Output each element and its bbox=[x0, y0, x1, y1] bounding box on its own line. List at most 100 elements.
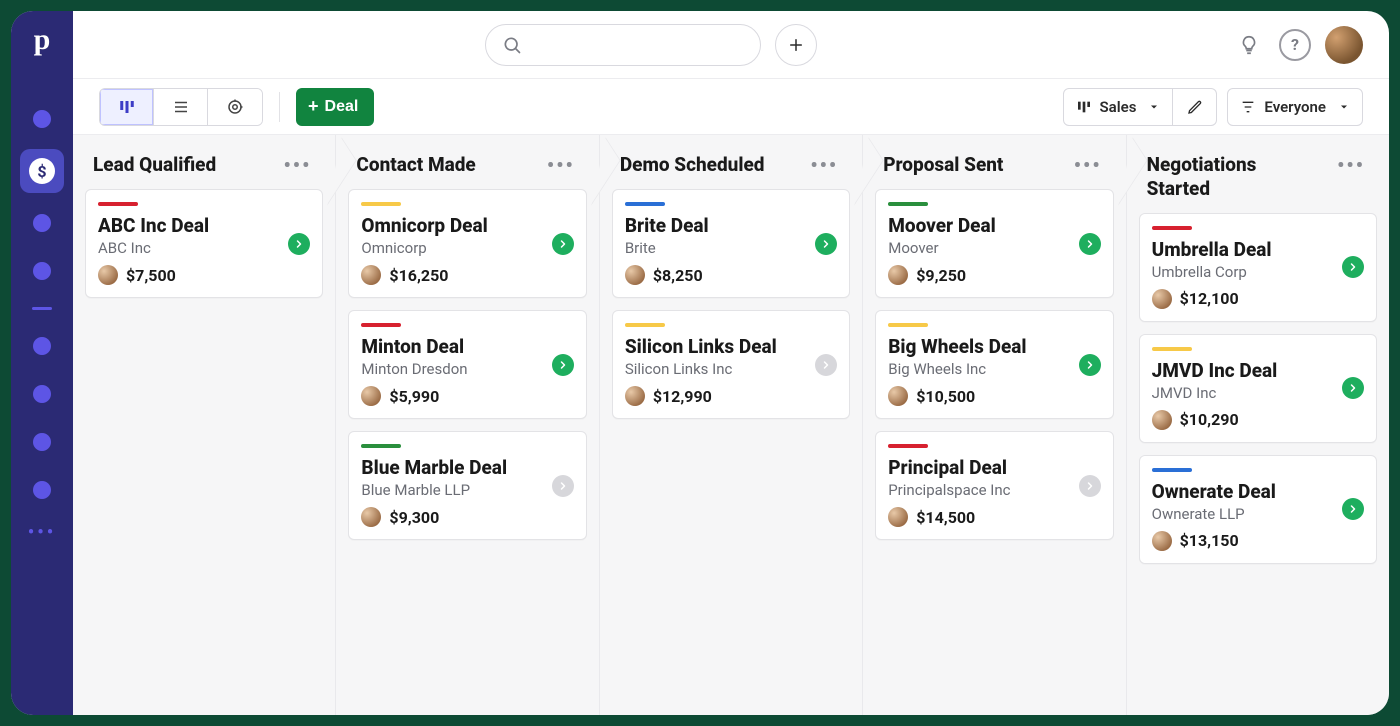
advance-button[interactable] bbox=[1342, 377, 1364, 399]
deal-footer: $12,990 bbox=[625, 386, 837, 406]
advance-button[interactable] bbox=[1079, 475, 1101, 497]
pipeline-select[interactable]: Sales bbox=[1063, 88, 1174, 126]
dollar-icon: $ bbox=[29, 158, 55, 184]
deal-title: ABC Inc Deal bbox=[98, 214, 310, 237]
column-menu-button[interactable]: ••• bbox=[280, 153, 316, 177]
deal-card[interactable]: Silicon Links DealSilicon Links Inc$12,9… bbox=[612, 310, 850, 419]
deal-org: Ownerate LLP bbox=[1152, 505, 1364, 523]
column-header: Negotiations Started••• bbox=[1139, 149, 1377, 213]
deal-card[interactable]: Omnicorp DealOmnicorp$16,250 bbox=[348, 189, 586, 298]
deal-amount: $13,150 bbox=[1180, 531, 1239, 550]
owner-avatar bbox=[1152, 289, 1172, 309]
deal-title: Big Wheels Deal bbox=[888, 335, 1100, 358]
status-stripe bbox=[625, 323, 665, 327]
status-stripe bbox=[361, 444, 401, 448]
plus-icon: + bbox=[308, 96, 319, 117]
status-stripe bbox=[888, 444, 928, 448]
card-list: ABC Inc DealABC Inc$7,500 bbox=[85, 189, 323, 298]
sidebar: p $ ••• bbox=[11, 11, 73, 715]
advance-button[interactable] bbox=[288, 233, 310, 255]
deal-org: Minton Dresdon bbox=[361, 360, 573, 378]
sidebar-nav-7[interactable] bbox=[33, 481, 51, 499]
filter-label: Everyone bbox=[1264, 98, 1326, 116]
deal-card[interactable]: Brite Deal Brite $8,250 bbox=[612, 189, 850, 298]
help-button[interactable]: ? bbox=[1279, 29, 1311, 61]
deal-card[interactable]: Blue Marble DealBlue Marble LLP$9,300 bbox=[348, 431, 586, 540]
deal-amount: $8,250 bbox=[653, 266, 703, 285]
search-input[interactable] bbox=[485, 24, 761, 66]
deal-card[interactable]: Umbrella DealUmbrella Corp$12,100 bbox=[1139, 213, 1377, 322]
deal-footer: $16,250 bbox=[361, 265, 573, 285]
advance-button[interactable] bbox=[1079, 233, 1101, 255]
app-frame: p $ ••• ? bbox=[11, 11, 1389, 715]
deal-org: Brite bbox=[625, 239, 837, 257]
deal-amount: $14,500 bbox=[916, 508, 975, 527]
add-deal-button[interactable]: + Deal bbox=[296, 88, 374, 126]
chevron-right-icon bbox=[293, 238, 305, 250]
tips-button[interactable] bbox=[1233, 29, 1265, 61]
deal-footer: $5,990 bbox=[361, 386, 573, 406]
deal-card[interactable]: Ownerate DealOwnerate LLP$13,150 bbox=[1139, 455, 1377, 564]
sidebar-nav-1[interactable] bbox=[33, 110, 51, 128]
deal-title: Silicon Links Deal bbox=[625, 335, 837, 358]
deal-footer: $14,500 bbox=[888, 507, 1100, 527]
column-header: Lead Qualified••• bbox=[85, 149, 323, 189]
sidebar-nav-4[interactable] bbox=[33, 337, 51, 355]
chevron-right-icon bbox=[820, 238, 832, 250]
user-avatar[interactable] bbox=[1325, 26, 1363, 64]
deal-amount: $7,500 bbox=[126, 266, 176, 285]
column-menu-button[interactable]: ••• bbox=[1070, 153, 1106, 177]
deal-card[interactable]: Moover DealMoover$9,250 bbox=[875, 189, 1113, 298]
deal-title: Brite Deal bbox=[625, 214, 837, 237]
sidebar-nav-5[interactable] bbox=[33, 385, 51, 403]
chevron-right-icon bbox=[1084, 480, 1096, 492]
deal-card[interactable]: JMVD Inc DealJMVD Inc$10,290 bbox=[1139, 334, 1377, 443]
sidebar-nav-6[interactable] bbox=[33, 433, 51, 451]
sidebar-nav-2[interactable] bbox=[33, 214, 51, 232]
deal-footer: $9,250 bbox=[888, 265, 1100, 285]
owner-avatar bbox=[361, 507, 381, 527]
deal-card[interactable]: Big Wheels DealBig Wheels Inc$10,500 bbox=[875, 310, 1113, 419]
deal-footer: $10,290 bbox=[1152, 410, 1364, 430]
advance-button[interactable] bbox=[815, 354, 837, 376]
advance-button[interactable] bbox=[552, 475, 574, 497]
edit-pipeline-button[interactable] bbox=[1173, 88, 1217, 126]
kanban-icon bbox=[1076, 99, 1092, 115]
filter-select[interactable]: Everyone bbox=[1227, 88, 1363, 126]
deal-card[interactable]: Minton Deal Minton Dresdon $5,990 bbox=[348, 310, 586, 419]
advance-button[interactable] bbox=[1342, 498, 1364, 520]
sidebar-separator bbox=[32, 307, 52, 310]
advance-button[interactable] bbox=[1342, 256, 1364, 278]
column-header: Proposal Sent••• bbox=[875, 149, 1113, 189]
topbar: ? bbox=[73, 11, 1389, 79]
column-menu-button[interactable]: ••• bbox=[543, 153, 579, 177]
pencil-icon bbox=[1187, 99, 1203, 115]
deal-amount: $12,990 bbox=[653, 387, 712, 406]
sidebar-nav-deals[interactable]: $ bbox=[20, 149, 64, 193]
column-menu-button[interactable]: ••• bbox=[806, 153, 842, 177]
deal-footer: $7,500 bbox=[98, 265, 310, 285]
list-icon bbox=[172, 98, 190, 116]
deal-title: Minton Deal bbox=[361, 335, 573, 358]
deal-card[interactable]: ABC Inc DealABC Inc$7,500 bbox=[85, 189, 323, 298]
sidebar-more-icon[interactable]: ••• bbox=[28, 522, 56, 543]
filter-icon bbox=[1240, 99, 1256, 115]
advance-button[interactable] bbox=[815, 233, 837, 255]
advance-button[interactable] bbox=[552, 354, 574, 376]
deal-title: JMVD Inc Deal bbox=[1152, 359, 1364, 382]
logo[interactable]: p bbox=[34, 25, 51, 55]
deal-card[interactable]: Principal DealPrincipalspace Inc$14,500 bbox=[875, 431, 1113, 540]
advance-button[interactable] bbox=[1079, 354, 1101, 376]
view-kanban-button[interactable] bbox=[100, 89, 154, 125]
view-forecast-button[interactable] bbox=[208, 89, 262, 125]
toolbar-separator bbox=[279, 92, 280, 122]
deal-footer: $8,250 bbox=[625, 265, 837, 285]
view-list-button[interactable] bbox=[154, 89, 208, 125]
owner-avatar bbox=[1152, 410, 1172, 430]
advance-button[interactable] bbox=[552, 233, 574, 255]
sidebar-nav-3[interactable] bbox=[33, 262, 51, 280]
deal-footer: $10,500 bbox=[888, 386, 1100, 406]
column-menu-button[interactable]: ••• bbox=[1333, 153, 1369, 177]
add-button[interactable] bbox=[775, 24, 817, 66]
status-stripe bbox=[888, 202, 928, 206]
